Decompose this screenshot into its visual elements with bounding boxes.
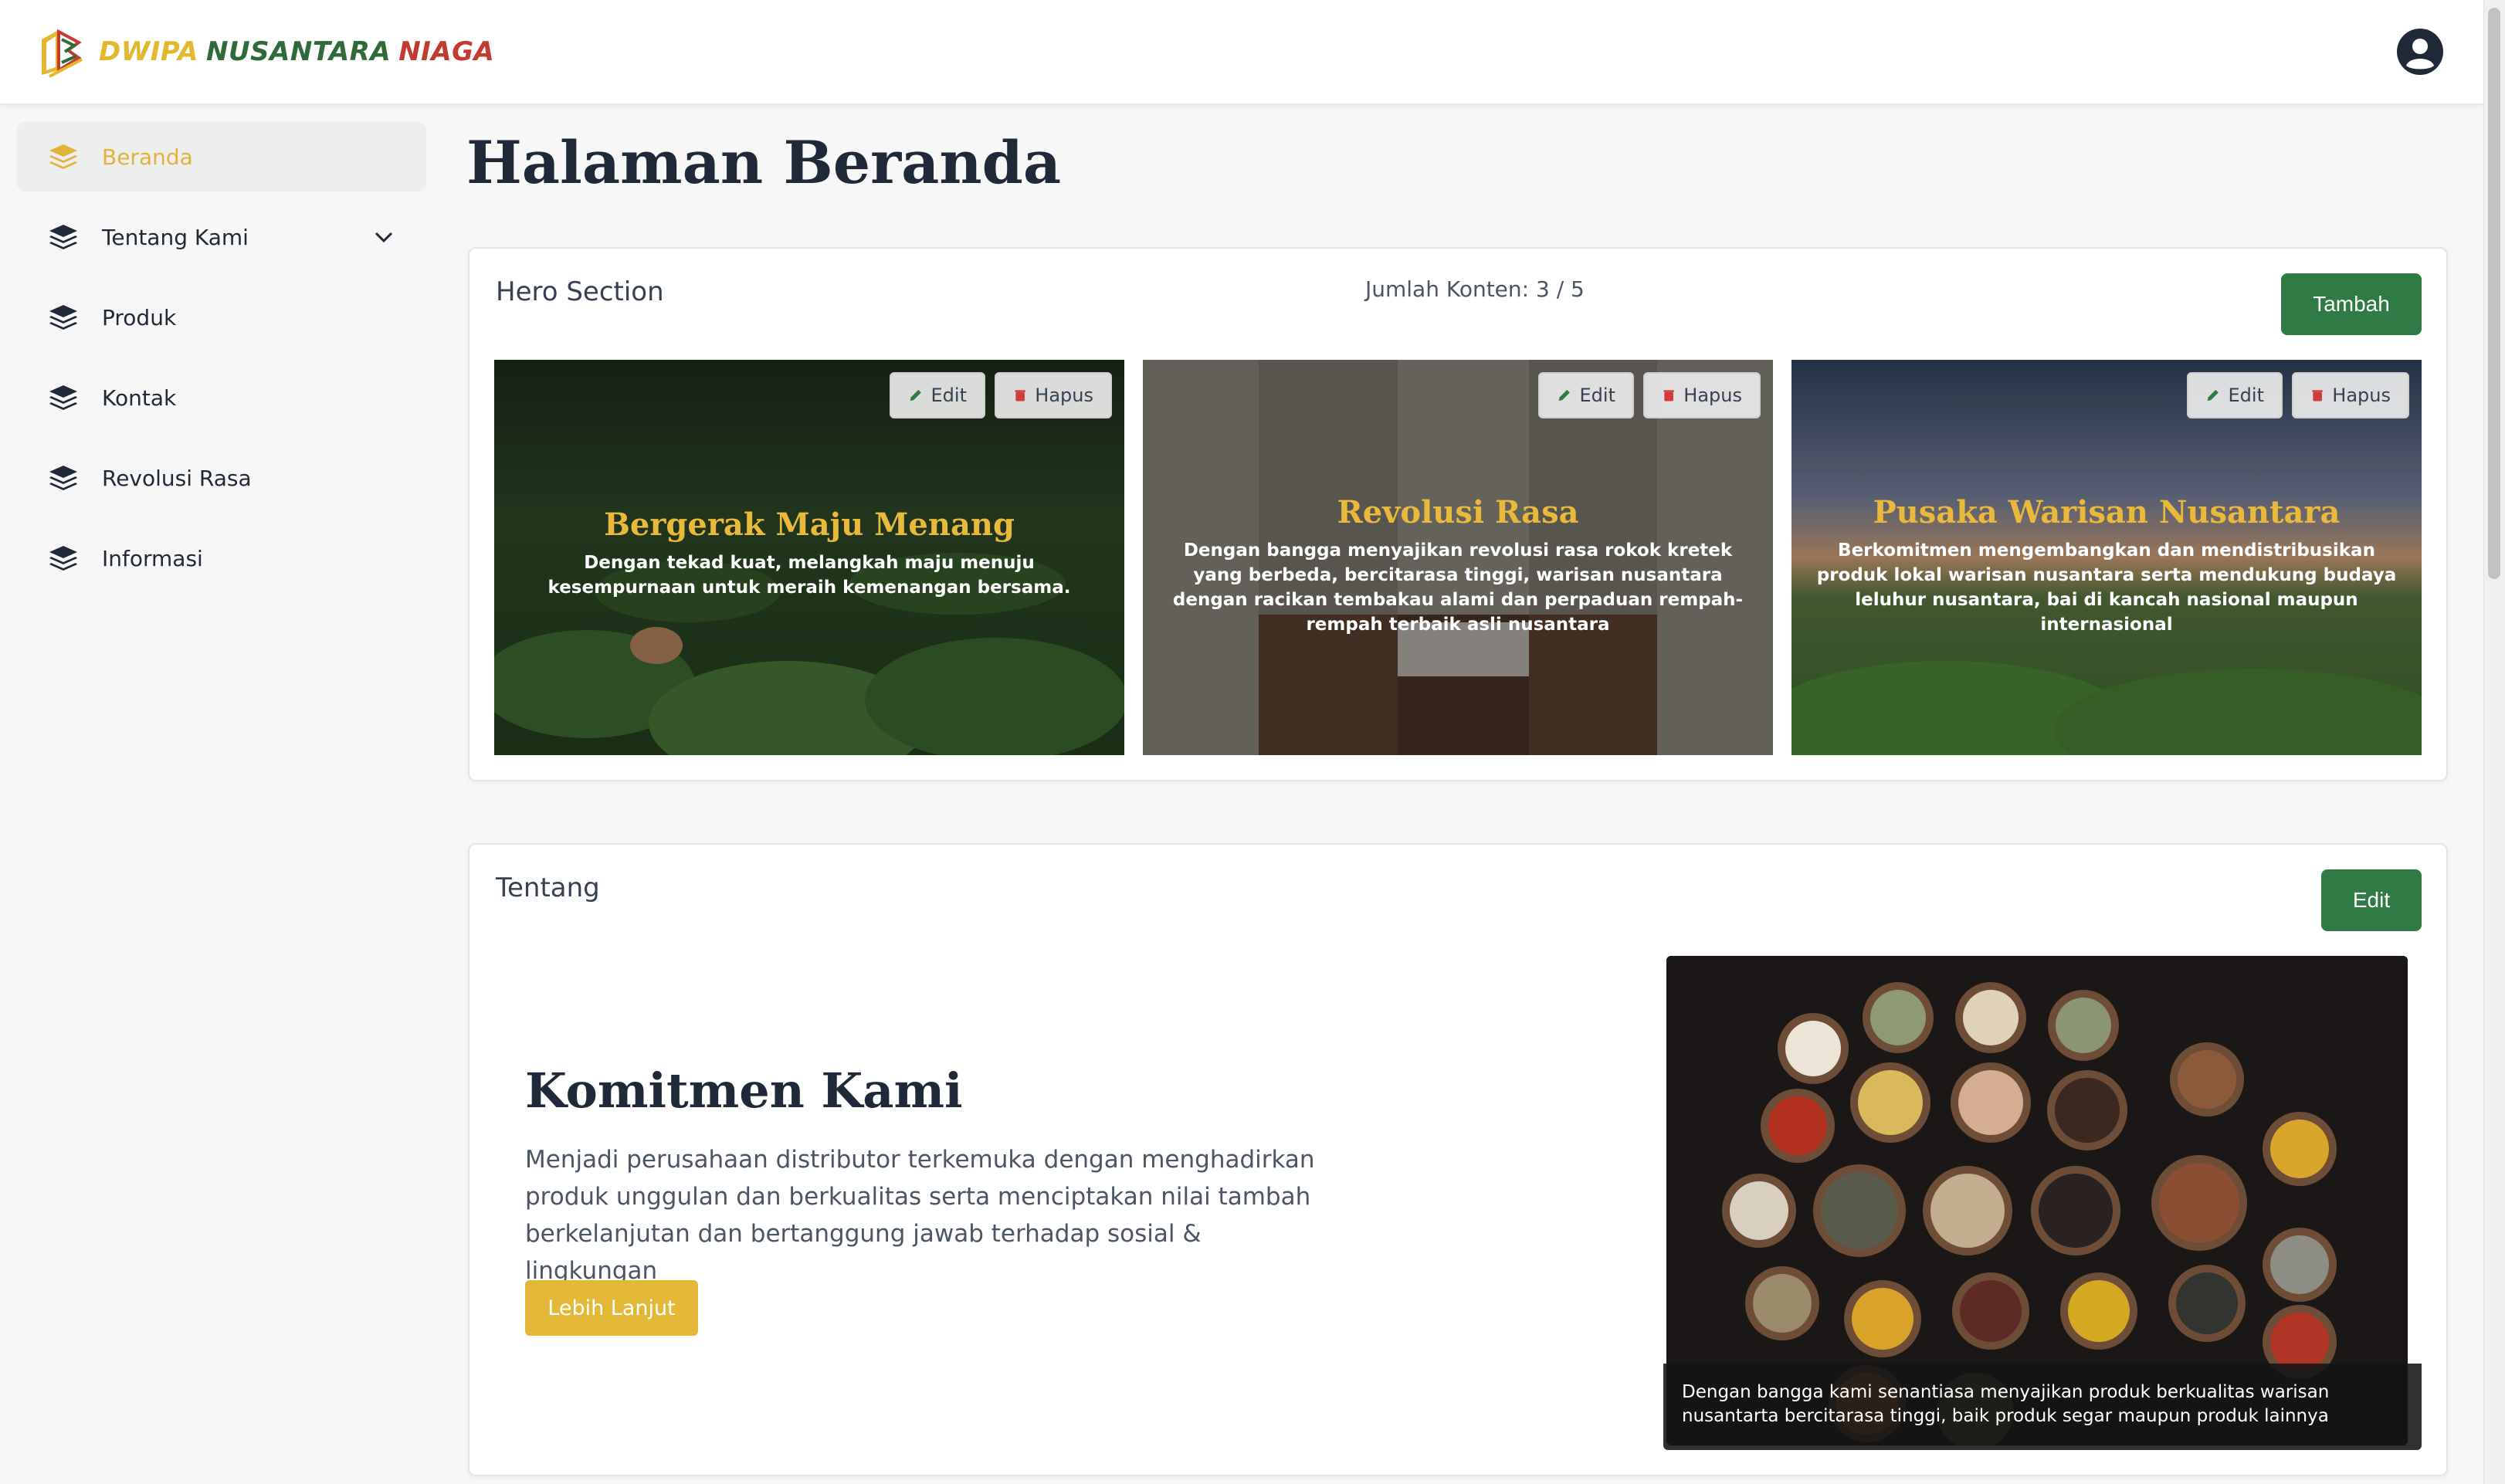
hero-slide-desc: Berkomitmen mengembangkan dan mendistrib… — [1816, 540, 2397, 635]
read-more-button[interactable]: Lebih Lanjut — [525, 1280, 698, 1336]
delete-label: Hapus — [1683, 385, 1742, 406]
sidebar-item-label: Revolusi Rasa — [102, 465, 252, 491]
brand[interactable]: DWIPA NUSANTARA NIAGA — [39, 24, 494, 80]
edit-slide-button[interactable]: Edit — [1538, 372, 1634, 418]
sidebar-item-label: Produk — [102, 304, 177, 330]
trash-icon — [1663, 390, 1674, 401]
sidebar-item-beranda[interactable]: Beranda — [17, 122, 426, 191]
layers-icon — [49, 385, 77, 410]
edit-label: Edit — [1579, 385, 1615, 406]
hero-slide-title: Bergerak Maju Menang — [604, 507, 1015, 543]
sidebar-item-label: Tentang Kami — [102, 224, 249, 250]
top-bar: DWIPA NUSANTARA NIAGA — [0, 0, 2483, 105]
trash-icon — [1015, 390, 1025, 401]
slide-actions: Edit Hapus — [2187, 372, 2409, 418]
pencil-icon — [910, 389, 921, 401]
sidebar-item-label: Beranda — [102, 144, 193, 170]
brand-word-1: DWIPA — [99, 36, 198, 67]
edit-slide-button[interactable]: Edit — [890, 372, 985, 418]
edit-label: Edit — [930, 385, 967, 406]
hero-slide-text: Revolusi Rasa Dengan bangga menyajikan r… — [1166, 494, 1750, 637]
layers-icon — [49, 144, 77, 169]
brand-word-3: NIAGA — [398, 36, 495, 67]
hero-section-card: Hero Section Jumlah Konten: 3 / 5 Tambah — [468, 247, 2448, 781]
about-section-card: Tentang Edit Komitmen Kami Menjadi perus… — [468, 843, 2448, 1476]
delete-slide-button[interactable]: Hapus — [1643, 372, 1761, 418]
hero-slide: Edit Hapus Bergerak Maju Menang Dengan t… — [494, 360, 1124, 755]
trash-icon — [2312, 390, 2323, 401]
layers-icon — [49, 466, 77, 490]
delete-slide-button[interactable]: Hapus — [995, 372, 1112, 418]
content-count: Jumlah Konten: 3 / 5 — [1365, 276, 1585, 302]
layers-icon — [49, 305, 77, 330]
user-avatar-icon[interactable] — [2395, 27, 2445, 76]
delete-label: Hapus — [2332, 385, 2391, 406]
layers-icon — [49, 546, 77, 571]
layers-icon — [49, 225, 77, 249]
brand-name: DWIPA NUSANTARA NIAGA — [99, 36, 494, 67]
hero-slide: Edit Hapus Revolusi Rasa Dengan bangga m… — [1143, 360, 1773, 755]
pencil-icon — [1558, 389, 1570, 401]
hero-slide-title: Revolusi Rasa — [1337, 494, 1579, 530]
hero-slides: Edit Hapus Bergerak Maju Menang Dengan t… — [494, 360, 2422, 755]
about-heading: Komitmen Kami — [525, 1062, 963, 1119]
delete-label: Hapus — [1035, 385, 1093, 406]
sidebar-item-label: Informasi — [102, 545, 203, 571]
brand-word-2: NUSANTARA — [206, 36, 392, 67]
hero-slide: Edit Hapus Pusaka Warisan Nusantara Berk… — [1791, 360, 2422, 755]
sidebar-item-revolusi-rasa[interactable]: Revolusi Rasa — [17, 443, 426, 513]
about-section-title: Tentang — [496, 872, 600, 903]
edit-about-button[interactable]: Edit — [2321, 869, 2422, 931]
sidebar-item-kontak[interactable]: Kontak — [17, 363, 426, 432]
add-hero-button[interactable]: Tambah — [2281, 273, 2422, 335]
sidebar-item-label: Kontak — [102, 385, 177, 411]
page-title: Halaman Beranda — [466, 128, 1062, 197]
scrollbar-thumb[interactable] — [2488, 8, 2500, 579]
image-caption: Dengan bangga kami senantiasa menyajikan… — [1663, 1364, 2422, 1450]
slide-actions: Edit Hapus — [1538, 372, 1761, 418]
hero-slide-text: Bergerak Maju Menang Dengan tekad kuat, … — [517, 507, 1101, 600]
chevron-down-icon[interactable] — [372, 225, 395, 249]
hero-slide-desc: Dengan bangga menyajikan revolusi rasa r… — [1172, 540, 1744, 635]
slide-actions: Edit Hapus — [890, 372, 1112, 418]
sidebar-item-produk[interactable]: Produk — [17, 283, 426, 352]
hero-slide-text: Pusaka Warisan Nusantara Berkomitmen men… — [1815, 494, 2398, 637]
hero-slide-desc: Dengan tekad kuat, melangkah maju menuju… — [547, 553, 1071, 598]
about-text: Menjadi perusahaan distributor terkemuka… — [525, 1146, 1315, 1285]
edit-slide-button[interactable]: Edit — [2187, 372, 2283, 418]
sidebar-item-informasi[interactable]: Informasi — [17, 523, 426, 593]
scrollbar[interactable] — [2483, 0, 2505, 1484]
delete-slide-button[interactable]: Hapus — [2292, 372, 2409, 418]
edit-label: Edit — [2228, 385, 2264, 406]
hero-section-title: Hero Section — [496, 276, 664, 307]
pencil-icon — [2207, 389, 2219, 401]
sidebar-item-tentang-kami[interactable]: Tentang Kami — [17, 202, 426, 272]
brand-logo-icon — [42, 29, 83, 78]
sidebar: Beranda Tentang Kami Produk Kontak Revol… — [17, 122, 426, 604]
hero-slide-title: Pusaka Warisan Nusantara — [1873, 494, 2341, 530]
